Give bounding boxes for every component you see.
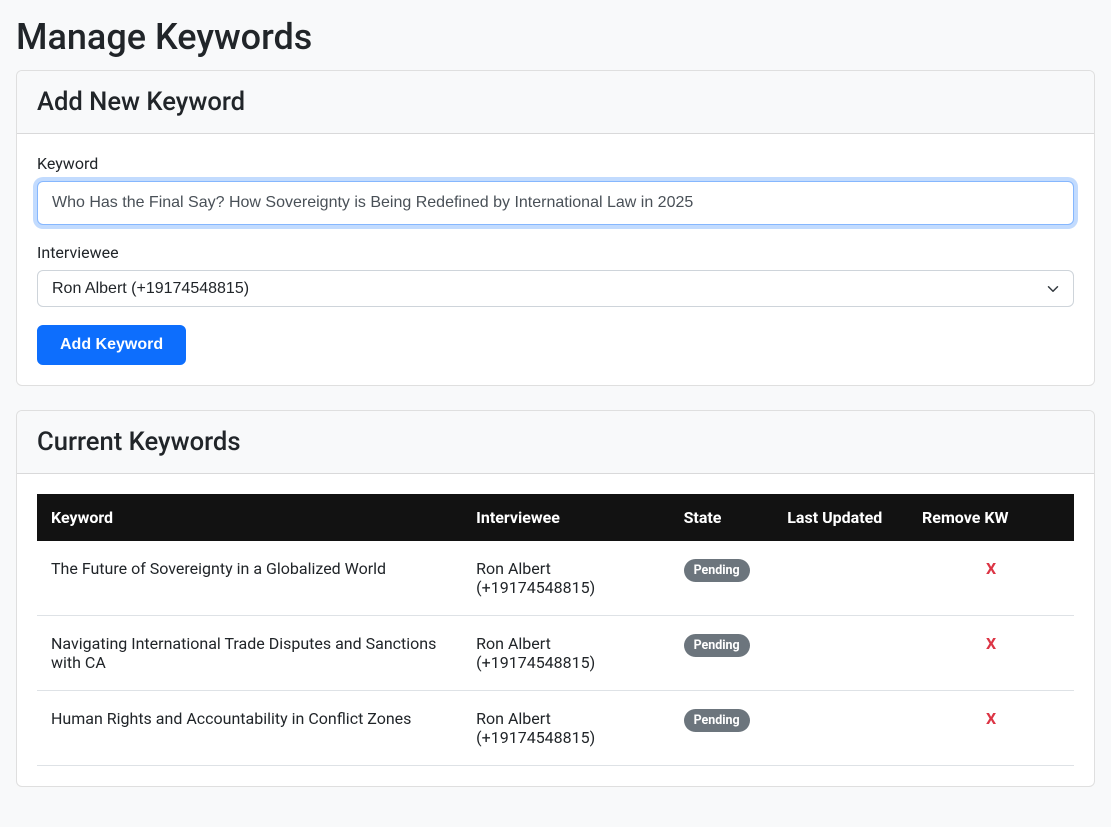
cell-last-updated (773, 616, 908, 691)
table-row: Navigating International Trade Disputes … (37, 616, 1074, 691)
table-header-row: Keyword Interviewee State Last Updated R… (37, 494, 1074, 541)
cell-keyword: The Future of Sovereignty in a Globalize… (37, 541, 462, 616)
keywords-table: Keyword Interviewee State Last Updated R… (37, 494, 1074, 766)
table-row: Human Rights and Accountability in Confl… (37, 691, 1074, 766)
col-state: State (670, 494, 774, 541)
add-keyword-button[interactable]: Add Keyword (37, 325, 186, 365)
cell-keyword: Human Rights and Accountability in Confl… (37, 691, 462, 766)
cell-remove: X (908, 616, 1074, 691)
remove-button[interactable]: X (986, 559, 996, 578)
col-keyword: Keyword (37, 494, 462, 541)
page-title: Manage Keywords (16, 16, 1095, 58)
remove-button[interactable]: X (986, 634, 996, 653)
cell-interviewee: Ron Albert (+19174548815) (462, 616, 669, 691)
state-badge: Pending (684, 709, 750, 732)
current-keywords-header: Current Keywords (17, 411, 1094, 474)
add-keyword-card: Add New Keyword Keyword Interviewee Ron … (16, 70, 1095, 386)
cell-state: Pending (670, 616, 774, 691)
cell-remove: X (908, 541, 1074, 616)
current-keywords-card: Current Keywords Keyword Interviewee Sta… (16, 410, 1095, 787)
cell-last-updated (773, 691, 908, 766)
remove-button[interactable]: X (986, 709, 996, 728)
cell-interviewee: Ron Albert (+19174548815) (462, 541, 669, 616)
keyword-input[interactable] (37, 181, 1074, 225)
cell-remove: X (908, 691, 1074, 766)
state-badge: Pending (684, 559, 750, 582)
col-last-updated: Last Updated (773, 494, 908, 541)
interviewee-select[interactable]: Ron Albert (+19174548815) (37, 270, 1074, 307)
interviewee-label: Interviewee (37, 243, 1074, 262)
col-interviewee: Interviewee (462, 494, 669, 541)
current-keywords-heading: Current Keywords (37, 427, 1074, 457)
add-keyword-heading: Add New Keyword (37, 87, 1074, 117)
cell-last-updated (773, 541, 908, 616)
add-keyword-body: Keyword Interviewee Ron Albert (+1917454… (17, 134, 1094, 385)
table-row: The Future of Sovereignty in a Globalize… (37, 541, 1074, 616)
cell-keyword: Navigating International Trade Disputes … (37, 616, 462, 691)
cell-state: Pending (670, 541, 774, 616)
add-keyword-header: Add New Keyword (17, 71, 1094, 134)
col-remove: Remove KW (908, 494, 1074, 541)
state-badge: Pending (684, 634, 750, 657)
cell-state: Pending (670, 691, 774, 766)
current-keywords-body: Keyword Interviewee State Last Updated R… (17, 474, 1094, 786)
keyword-label: Keyword (37, 154, 1074, 173)
cell-interviewee: Ron Albert (+19174548815) (462, 691, 669, 766)
